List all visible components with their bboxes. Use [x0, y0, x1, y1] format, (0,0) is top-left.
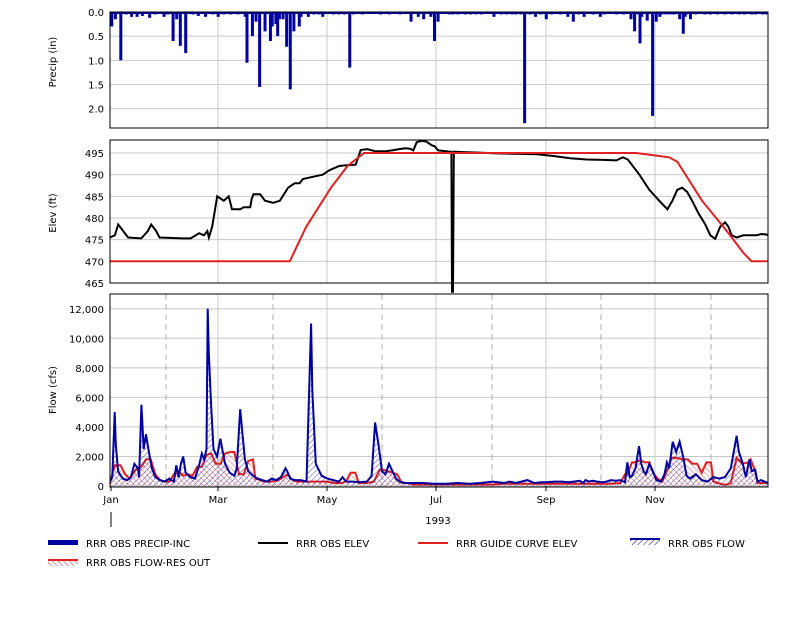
flow-y-tick-label: 4,000	[75, 423, 104, 434]
precip-bar	[258, 12, 262, 87]
flow-y-ticks: 0 2,000 4,000 6,000 8,000 10,000 12,000	[69, 305, 104, 493]
precip-bar	[171, 12, 175, 41]
elev-lines	[110, 140, 768, 293]
x-axis-year-label: 1993	[425, 516, 450, 527]
precip-panel: 0.0 0.5 1.0 1.5 2.0 Precip (in)	[48, 8, 769, 129]
flow-x-tick-label: Nov	[645, 495, 665, 506]
precip-plot-frame	[109, 11, 769, 129]
flow-x-tick-label: Mar	[209, 495, 229, 506]
precip-y-tick-label: 2.0	[88, 105, 104, 116]
precip-bar	[178, 12, 182, 46]
elev-y-tick-label: 470	[85, 257, 104, 268]
legend-label-flow: RRR OBS FLOW	[668, 539, 745, 550]
legend-label-guide: RRR GUIDE CURVE ELEV	[456, 539, 577, 550]
flow-panel: 0 2,000 4,000 6,000 8,000 10,000 12,000 Flow (…	[48, 293, 769, 527]
precip-bar	[292, 12, 296, 32]
precip-gridlines	[110, 12, 768, 128]
precip-bar	[245, 12, 249, 63]
precip-bar	[184, 12, 188, 54]
flow-x-tick-label: Sep	[537, 495, 556, 506]
flow-y-tick-label: 0	[98, 482, 104, 493]
precip-y-tick-label: 1.0	[88, 56, 104, 67]
precip-bar	[523, 12, 527, 124]
flow-y-tick-label: 8,000	[75, 364, 104, 375]
precip-bar	[348, 12, 352, 68]
precip-bars	[110, 12, 768, 124]
precip-bar	[288, 12, 292, 90]
precip-bar	[285, 12, 289, 47]
elev-y-axis-label: Elev (ft)	[48, 193, 59, 233]
elev-y-tick-label: 475	[85, 236, 104, 247]
elev-series-obs-elev	[110, 140, 768, 293]
flow-x-tick-label: Jul	[429, 495, 442, 506]
elev-y-tick-label: 495	[85, 149, 104, 160]
precip-bar	[270, 12, 274, 27]
legend-item-elev: RRR OBS ELEV	[258, 539, 369, 550]
flow-y-tick-label: 6,000	[75, 393, 104, 404]
elev-y-ticks: 465 470 475 480 485 490 495	[85, 149, 104, 290]
legend-label-resout: RRR OBS FLOW-RES OUT	[86, 558, 211, 569]
flow-x-ticks: Jan Mar May Jul Sep Nov	[102, 486, 665, 506]
precip-bar	[432, 12, 436, 41]
hydrograph-figure: 0.0 0.5 1.0 1.5 2.0 Precip (in) 465 470 475 480…	[48, 8, 769, 569]
elev-y-tick-label: 485	[85, 192, 104, 203]
flow-y-tick-label: 2,000	[75, 452, 104, 463]
precip-bar	[633, 12, 637, 32]
flow-x-tick-label: Jan	[102, 495, 118, 506]
flow-x-tick-label: May	[317, 495, 338, 506]
precip-y-tick-label: 1.5	[88, 81, 104, 92]
flow-y-tick-label: 12,000	[69, 305, 104, 316]
legend-item-flow: RRR OBS FLOW	[630, 538, 745, 550]
precip-bar	[250, 12, 254, 37]
flow-y-axis-label: Flow (cfs)	[48, 366, 59, 414]
precip-bar	[651, 12, 655, 116]
precip-bar	[110, 12, 114, 27]
elev-y-tick-label: 480	[85, 214, 104, 225]
precip-y-axis-label: Precip (in)	[48, 37, 59, 88]
legend-label-elev: RRR OBS ELEV	[296, 539, 369, 550]
legend: RRR OBS PRECIP-INC RRR OBS ELEV RRR GUID…	[48, 538, 745, 569]
flow-y-tick-label: 10,000	[69, 334, 104, 345]
elev-y-tick-label: 465	[85, 279, 104, 290]
precip-y-tick-label: 0.0	[88, 8, 104, 19]
elev-y-tick-label: 490	[85, 171, 104, 182]
legend-item-precip: RRR OBS PRECIP-INC	[48, 539, 190, 550]
precip-bar	[263, 12, 267, 32]
legend-item-resout: RRR OBS FLOW-RES OUT	[48, 558, 211, 569]
precip-y-tick-label: 0.5	[88, 32, 104, 43]
precip-bar	[119, 12, 123, 61]
elev-panel: 465 470 475 480 485 490 495 Elev (ft)	[48, 139, 769, 293]
legend-item-guide: RRR GUIDE CURVE ELEV	[418, 539, 577, 550]
legend-swatch-precip	[48, 540, 78, 545]
precip-y-ticks: 0.0 0.5 1.0 1.5 2.0	[88, 8, 104, 116]
legend-label-precip: RRR OBS PRECIP-INC	[86, 539, 190, 550]
